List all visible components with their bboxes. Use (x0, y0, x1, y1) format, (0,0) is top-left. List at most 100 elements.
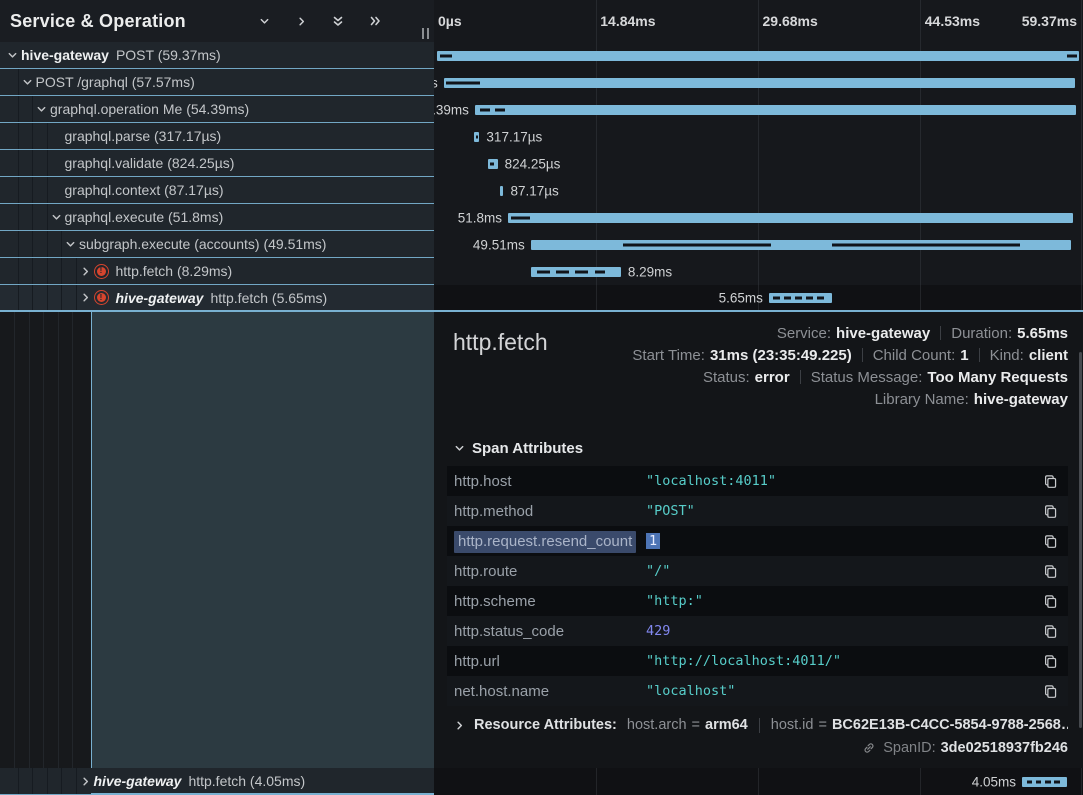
attribute-value[interactable]: "localhost:4011" (646, 473, 1043, 489)
span-bar[interactable] (475, 105, 1077, 115)
chevron-down-icon[interactable] (62, 239, 79, 250)
chevron-right-icon (454, 720, 465, 731)
chevron-down-icon[interactable] (257, 14, 271, 28)
tree-row[interactable]: hive-gatewayhttp.fetch (4.05ms) (0, 768, 434, 795)
chevron-right-icon[interactable] (77, 776, 94, 787)
copy-icon[interactable] (1043, 474, 1058, 489)
error-icon: ! (94, 290, 109, 305)
attribute-key-text: http.route (454, 563, 517, 580)
timeline-row[interactable]: 317.17µs (434, 123, 1083, 150)
chevron-right-icon[interactable] (77, 292, 94, 303)
copy-icon[interactable] (1043, 504, 1058, 519)
panel-resize-handle[interactable] (422, 28, 429, 39)
copy-icon[interactable] (1043, 564, 1058, 579)
timeline-row[interactable]: 57.57ms (434, 69, 1083, 96)
meta-value: 1 (960, 347, 968, 364)
attribute-key-text: http.status_code (454, 623, 564, 640)
timeline-row[interactable]: 4.05ms (434, 768, 1083, 795)
chevron-down-icon[interactable] (19, 77, 36, 88)
timeline-row[interactable]: 8.29ms (434, 258, 1083, 285)
child-span-marker (511, 216, 530, 219)
attribute-key[interactable]: http.route (454, 563, 646, 580)
indent-guide (33, 150, 48, 176)
indent-guide (48, 231, 63, 257)
span-bar[interactable] (444, 78, 1075, 88)
detail-scrollbar[interactable] (1079, 352, 1082, 728)
tree-row[interactable]: graphql.context (87.17µs) (0, 177, 434, 204)
resource-attributes-row[interactable]: Resource Attributes: host.arch=arm64host… (454, 717, 1068, 733)
attribute-key[interactable]: http.method (454, 503, 646, 520)
expand-all-icon[interactable] (368, 14, 382, 28)
indent-guide (4, 231, 19, 257)
attribute-value[interactable]: "http:" (646, 593, 1043, 609)
tree-row[interactable]: graphql.operation Me (54.39ms) (0, 96, 434, 123)
meta-line: Library Name:hive-gateway (632, 388, 1068, 410)
attribute-value[interactable]: 1 (646, 533, 1043, 549)
resource-attributes-items: host.arch=arm64host.id=BC62E13B-C4CC-585… (627, 717, 1068, 733)
indent-guide (48, 285, 63, 310)
attribute-value[interactable]: "localhost" (646, 683, 1043, 699)
timeline-row[interactable]: 59.37ms (434, 42, 1083, 69)
tree-row[interactable]: graphql.validate (824.25µs) (0, 150, 434, 177)
attribute-value[interactable]: 429 (646, 623, 1043, 639)
chevron-right-icon[interactable] (77, 266, 94, 277)
timeline-row[interactable]: 49.51ms (434, 231, 1083, 258)
timeline-row[interactable]: 824.25µs (434, 150, 1083, 177)
meta-label: Start Time: (632, 347, 705, 364)
tree-row[interactable]: POST /graphql (57.57ms) (0, 69, 434, 96)
attribute-key[interactable]: http.url (454, 653, 646, 670)
indent-guide (4, 768, 19, 794)
attribute-key[interactable]: net.host.name (454, 683, 646, 700)
copy-icon[interactable] (1043, 684, 1058, 699)
tree-row[interactable]: hive-gatewayPOST (59.37ms) (0, 42, 434, 69)
span-bar[interactable] (500, 186, 503, 196)
chevron-down-icon[interactable] (33, 104, 50, 115)
link-icon[interactable] (862, 741, 876, 755)
meta-value: 5.65ms (1017, 325, 1068, 342)
copy-icon[interactable] (1043, 594, 1058, 609)
span-bar[interactable] (437, 51, 1079, 61)
timeline-row[interactable]: 54.39ms (434, 96, 1083, 123)
timeline-row[interactable]: 87.17µs (434, 177, 1083, 204)
child-span-marker (784, 296, 791, 299)
chevron-down-icon[interactable] (48, 212, 65, 223)
span-bar[interactable] (508, 213, 1073, 223)
chevron-down-icon[interactable] (4, 50, 21, 61)
child-span-marker (446, 81, 480, 84)
span-attributes-header[interactable]: Span Attributes (454, 440, 1068, 457)
chevron-right-icon[interactable] (294, 14, 308, 28)
copy-icon[interactable] (1043, 654, 1058, 669)
copy-icon[interactable] (1043, 624, 1058, 639)
tree-row[interactable]: !hive-gatewayhttp.fetch (5.65ms) (0, 285, 434, 312)
span-title: http.fetch (447, 322, 548, 356)
attribute-key[interactable]: http.scheme (454, 593, 646, 610)
child-span-marker (440, 54, 452, 57)
timeline-row[interactable]: 5.65ms (434, 285, 1083, 312)
attribute-key-text: net.host.name (454, 683, 549, 700)
meta-value: Too Many Requests (927, 369, 1068, 386)
collapse-all-icon[interactable] (331, 14, 345, 28)
timeline-ruler: 0µs14.84ms29.68ms44.53ms59.37ms (434, 0, 1083, 42)
span-id-label: SpanID: (883, 740, 935, 756)
timeline-tick-label: 0µs (438, 13, 462, 29)
tree-row[interactable]: !http.fetch (8.29ms) (0, 258, 434, 285)
tree-row[interactable]: graphql.execute (51.8ms) (0, 204, 434, 231)
attribute-value[interactable]: "/" (646, 563, 1043, 579)
timeline-rows: 59.37ms57.57ms54.39ms317.17µs 824.25µs 87.… (434, 42, 1083, 312)
attribute-value[interactable]: "http://localhost:4011/" (646, 653, 1043, 669)
copy-icon[interactable] (1043, 534, 1058, 549)
resource-attributes-title: Resource Attributes: (474, 717, 617, 733)
indent-guide (19, 285, 34, 310)
meta-label: Library Name: (875, 391, 969, 408)
child-span-marker (1054, 780, 1060, 783)
tree-row[interactable]: graphql.parse (317.17µs) (0, 123, 434, 150)
tree-row[interactable]: subgraph.execute (accounts) (49.51ms) (0, 231, 434, 258)
attribute-value[interactable]: "POST" (646, 503, 1043, 519)
duration-label: 5.65ms (719, 290, 763, 305)
attribute-key[interactable]: http.status_code (454, 623, 646, 640)
attribute-key[interactable]: http.host (454, 473, 646, 490)
timeline-row[interactable]: 51.8ms (434, 204, 1083, 231)
duration-label: 824.25µs (505, 156, 561, 171)
attribute-key[interactable]: http.request.resend_count (454, 533, 646, 550)
indent-guide (33, 768, 48, 794)
